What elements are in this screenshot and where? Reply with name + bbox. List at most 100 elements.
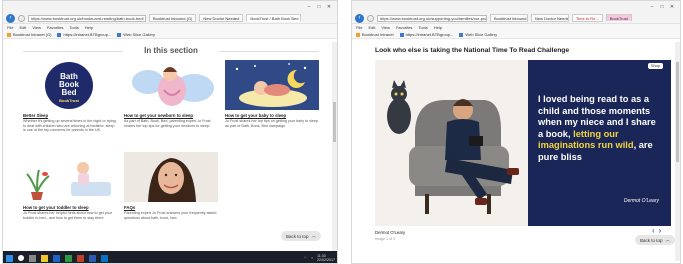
shop-button[interactable]: Shop: [648, 63, 663, 69]
left-address-row: ‹ › https://www.booktrust.org.uk/books-a…: [3, 13, 337, 24]
powerpoint-icon[interactable]: [77, 254, 84, 262]
dermot-photo[interactable]: [375, 60, 528, 226]
close-icon[interactable]: ✕: [324, 4, 334, 10]
jo-frost-photo: [124, 152, 218, 202]
favorite-icon: [399, 32, 404, 37]
tab-bath-book-bed[interactable]: BookTrust / Bath Book Bed: [246, 14, 302, 22]
favorite-link[interactable]: https://intranet.BTBgroup...: [57, 32, 111, 37]
word-icon[interactable]: [89, 254, 96, 262]
maximize-icon[interactable]: □: [314, 4, 324, 10]
menu-favorites[interactable]: Favorites: [396, 25, 412, 30]
favorite-link[interactable]: Booktrust Intranet (G): [7, 32, 51, 37]
card-thumbnail: [23, 152, 117, 202]
menu-edit[interactable]: Edit: [368, 25, 375, 30]
page-title: Look who else is taking the National Tim…: [375, 47, 570, 54]
windows-start-icon[interactable]: [6, 254, 13, 262]
favorite-icon: [7, 32, 11, 37]
quote-panel: I loved being read to as a child and tho…: [528, 60, 671, 226]
favorite-icon: [356, 32, 360, 37]
back-arrow-icon[interactable]: ‹: [6, 13, 15, 23]
outlook-icon[interactable]: [101, 254, 108, 262]
chevron-left-icon[interactable]: ‹: [652, 226, 655, 235]
menu-tools[interactable]: Tools: [418, 25, 427, 30]
left-favorites-bar: Booktrust Intranet (G) https://intranet.…: [3, 31, 337, 39]
chevron-right-icon[interactable]: ›: [659, 226, 662, 235]
quote-text: I loved being read to as a child and tho…: [538, 94, 663, 164]
scrollbar-thumb[interactable]: [676, 62, 679, 162]
card-thumbnail: [124, 60, 218, 110]
address-bar[interactable]: https://www.booktrust.org.uk/supporting-…: [377, 14, 487, 22]
tab-doctor[interactable]: New Doctor Needed: [531, 14, 569, 22]
quote-attribution: Dermot O'Leary: [623, 198, 659, 204]
forward-arrow-icon[interactable]: ›: [18, 14, 25, 22]
right-favorites-bar: Booktrust Intranet https://intranet.BTBg…: [352, 31, 680, 39]
card-description: Jo Frost shares her helpful hints about …: [23, 211, 112, 220]
forward-arrow-icon[interactable]: ›: [367, 14, 374, 22]
baby-illustration: [225, 60, 319, 110]
left-menu-bar: File Edit View Favorites Tools Help: [3, 24, 337, 31]
menu-view[interactable]: View: [381, 25, 390, 30]
tab-inbound[interactable]: Booktrust Inbound: [490, 14, 528, 22]
card-title[interactable]: How to get your toddler to sleep: [23, 205, 117, 210]
card-better-sleep[interactable]: Bath Book Bed BookTrust Better Sleep Whe…: [23, 60, 117, 133]
menu-file[interactable]: File: [356, 25, 362, 30]
favorite-link[interactable]: Booktrust Intranet: [356, 32, 394, 37]
image-counter: Image 1 of 3: [375, 237, 395, 241]
minimize-icon[interactable]: –: [647, 4, 657, 10]
ie-browser-icon[interactable]: [53, 254, 60, 262]
tab-booktrust[interactable]: BookTrust: [605, 14, 632, 22]
card-description: Whether it's getting up several times in…: [23, 119, 116, 133]
newborn-illustration: [124, 60, 218, 110]
card-faqs[interactable]: FAQs Parenting expert Jo Frost answers y…: [124, 152, 218, 220]
card-description: As part of Bath, Book, Bed, parenting ex…: [124, 119, 211, 128]
right-scrollbar[interactable]: [675, 42, 680, 261]
menu-help[interactable]: Help: [85, 25, 93, 30]
menu-favorites[interactable]: Favorites: [47, 25, 63, 30]
excel-icon[interactable]: [65, 254, 72, 262]
left-titlebar: – □ ✕: [3, 1, 337, 13]
menu-view[interactable]: View: [32, 25, 41, 30]
clock[interactable]: 11:30 22/02/2017: [317, 254, 335, 262]
address-bar[interactable]: https://www.booktrust.org.uk/books-and-r…: [28, 14, 146, 22]
card-baby-sleep[interactable]: How to get your baby to sleep Jo Frost s…: [225, 60, 319, 128]
card-title[interactable]: FAQs: [124, 205, 218, 210]
menu-edit[interactable]: Edit: [19, 25, 26, 30]
card-newborn-sleep[interactable]: How to get your newborn to sleep As part…: [124, 60, 218, 128]
favorite-link[interactable]: Web Slice Gallery: [459, 32, 497, 37]
minimize-icon[interactable]: –: [304, 4, 314, 10]
menu-tools[interactable]: Tools: [69, 25, 78, 30]
file-explorer-icon[interactable]: [41, 254, 48, 262]
favorite-link[interactable]: Web Slice Gallery: [117, 32, 155, 37]
back-to-top-button[interactable]: Back to top ︿: [635, 235, 676, 245]
task-view-icon[interactable]: [29, 254, 36, 262]
carousel-controls: ‹ ›: [652, 226, 661, 235]
favorite-label: Booktrust Intranet: [362, 32, 394, 37]
right-address-row: ‹ › https://www.booktrust.org.uk/support…: [352, 13, 680, 24]
card-title[interactable]: How to get your baby to sleep: [225, 113, 319, 118]
menu-help[interactable]: Help: [434, 25, 442, 30]
maximize-icon[interactable]: □: [657, 4, 667, 10]
left-scrollbar[interactable]: [332, 42, 337, 251]
search-icon[interactable]: [18, 255, 24, 261]
close-icon[interactable]: ✕: [667, 4, 677, 10]
card-thumbnail: [225, 60, 319, 110]
tab-doctor[interactable]: New Doctor Needed: [199, 14, 244, 22]
chevron-up-icon: ︿: [665, 237, 671, 242]
back-arrow-icon[interactable]: ‹: [355, 13, 364, 23]
tab-inbound[interactable]: Booktrust Inbound (G): [149, 14, 197, 22]
volume-icon[interactable]: ◖: [311, 256, 313, 260]
card-toddler-sleep[interactable]: How to get your toddler to sleep Jo Fros…: [23, 152, 117, 220]
right-page-content: Look who else is taking the National Tim…: [352, 42, 680, 261]
card-title[interactable]: How to get your newborn to sleep: [124, 113, 218, 118]
scrollbar-thumb[interactable]: [333, 102, 336, 142]
clock-date: 22/02/2017: [317, 258, 335, 262]
back-to-top-button[interactable]: Back to top ︿: [281, 231, 322, 241]
windows-taskbar: ◠ ◖ 11:30 22/02/2017: [3, 251, 337, 263]
favorite-link[interactable]: https://intranet.BTBgroup...: [399, 32, 453, 37]
favorite-label: Booktrust Intranet (G): [13, 32, 52, 37]
tab-time-to-read[interactable]: Time to Re...: [572, 14, 603, 22]
card-description: Jo Frost shares her top tips on getting …: [225, 119, 319, 128]
wifi-icon[interactable]: ◠: [304, 256, 307, 260]
menu-file[interactable]: File: [7, 25, 13, 30]
card-title[interactable]: Better Sleep: [23, 113, 117, 118]
